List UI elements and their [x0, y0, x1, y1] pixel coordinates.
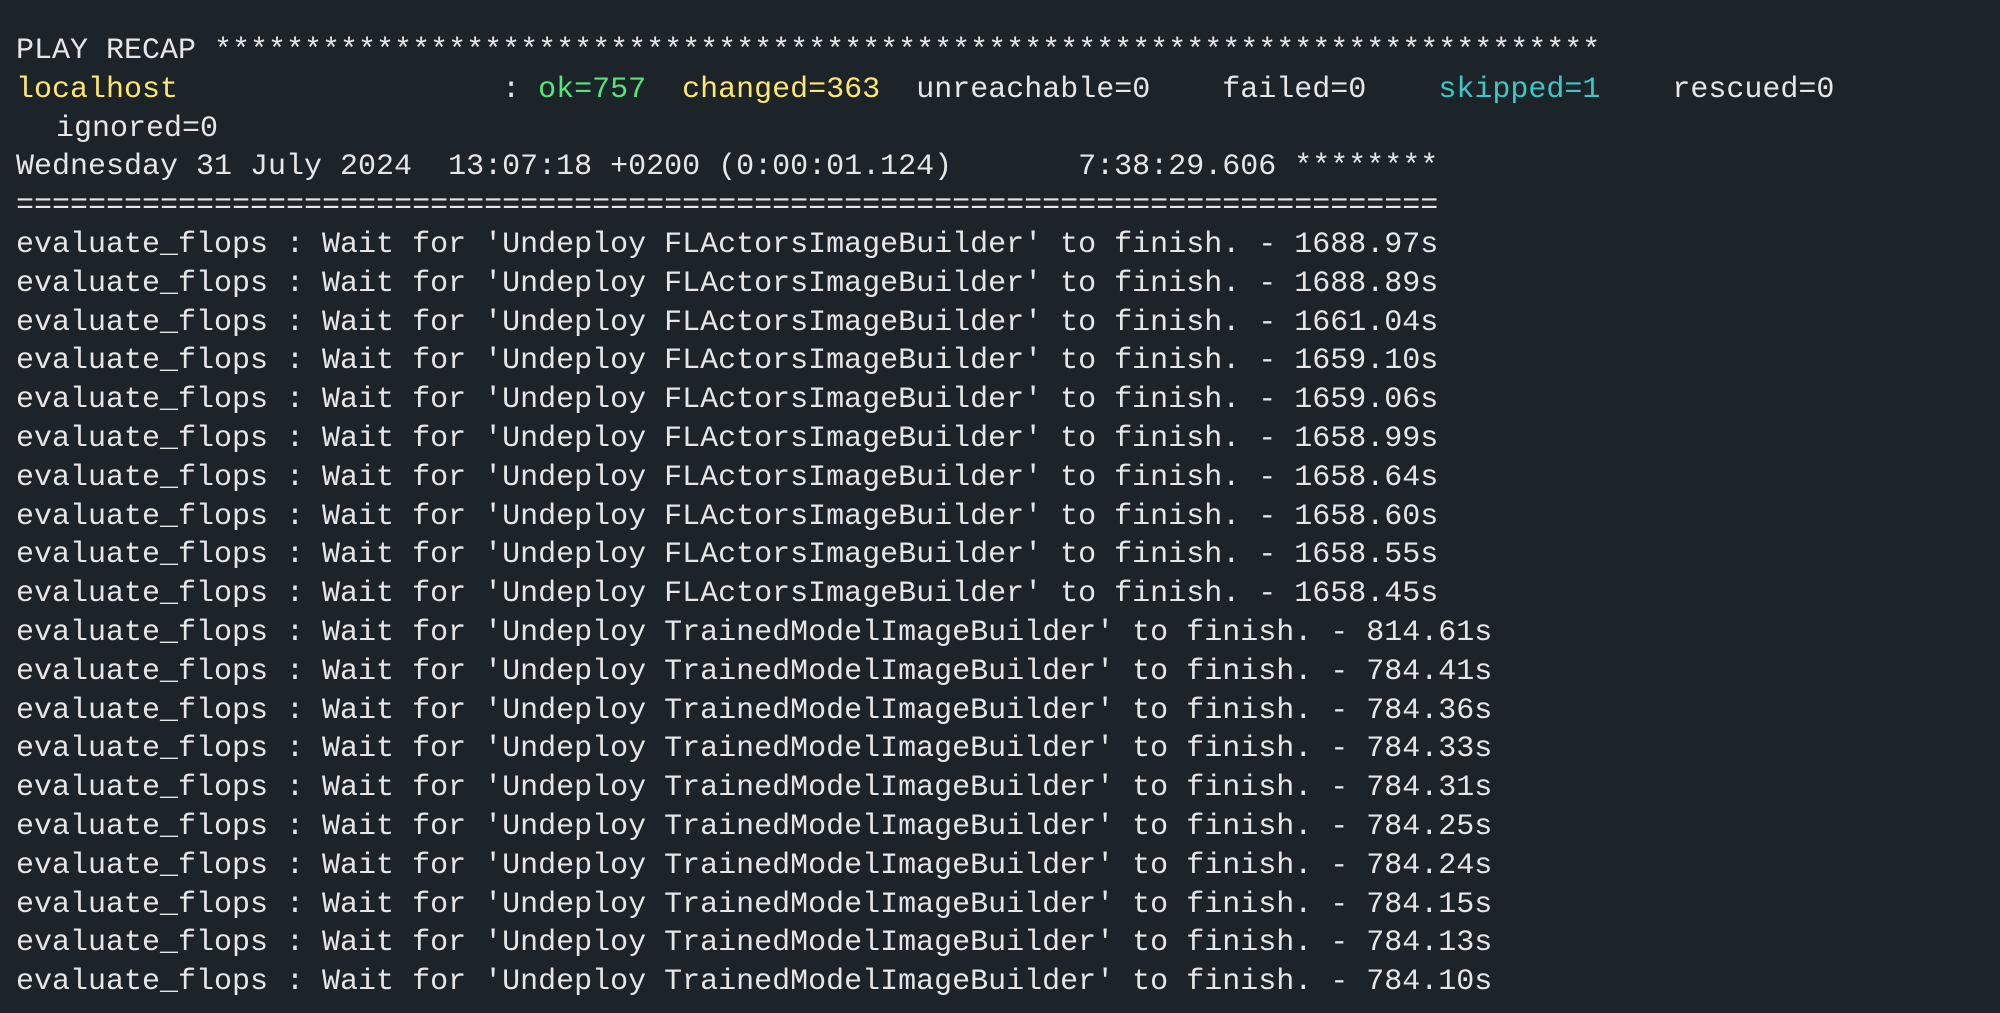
recap-unreachable-count: unreachable=0	[916, 72, 1151, 107]
task-timing-row: evaluate_flops : Wait for 'Undeploy Trai…	[16, 848, 1493, 883]
task-timing-list: evaluate_flops : Wait for 'Undeploy FLAc…	[16, 226, 2000, 1002]
task-timing-row: evaluate_flops : Wait for 'Undeploy Trai…	[16, 965, 1493, 1000]
task-timing-row: evaluate_flops : Wait for 'Undeploy FLAc…	[16, 266, 1439, 301]
timing-line: Wednesday 31 July 2024 13:07:18 +0200 (0…	[16, 150, 1439, 185]
task-timing-row: evaluate_flops : Wait for 'Undeploy FLAc…	[16, 383, 1439, 418]
task-timing-row: evaluate_flops : Wait for 'Undeploy FLAc…	[16, 460, 1439, 495]
recap-host: localhost	[16, 72, 179, 107]
recap-changed-count: changed=363	[682, 72, 881, 107]
task-timing-row: evaluate_flops : Wait for 'Undeploy Trai…	[16, 887, 1493, 922]
recap-skipped-count: skipped=1	[1438, 72, 1601, 107]
recap-host-separator: :	[178, 72, 539, 107]
task-timing-row: evaluate_flops : Wait for 'Undeploy FLAc…	[16, 305, 1439, 340]
task-timing-row: evaluate_flops : Wait for 'Undeploy FLAc…	[16, 538, 1439, 573]
task-timing-row: evaluate_flops : Wait for 'Undeploy FLAc…	[16, 499, 1439, 534]
recap-summary-line: localhost : ok=757 changed=363 unreachab…	[16, 71, 2000, 110]
task-timing-row: evaluate_flops : Wait for 'Undeploy Trai…	[16, 926, 1493, 961]
task-timing-row: evaluate_flops : Wait for 'Undeploy FLAc…	[16, 421, 1439, 456]
recap-ignored-count: ignored=0	[56, 111, 219, 146]
task-timing-row: evaluate_flops : Wait for 'Undeploy Trai…	[16, 809, 1493, 844]
play-recap-header: PLAY RECAP *****************************…	[16, 34, 1601, 68]
task-timing-row: evaluate_flops : Wait for 'Undeploy FLAc…	[16, 227, 1439, 262]
task-timing-row: evaluate_flops : Wait for 'Undeploy Trai…	[16, 732, 1493, 767]
recap-ok-count: ok=757	[538, 72, 647, 107]
task-timing-row: evaluate_flops : Wait for 'Undeploy Trai…	[16, 654, 1493, 689]
timing-separator: ========================================…	[16, 189, 1439, 224]
task-timing-row: evaluate_flops : Wait for 'Undeploy FLAc…	[16, 344, 1439, 379]
terminal-output[interactable]: PLAY RECAP *****************************…	[0, 0, 2000, 1013]
task-timing-row: evaluate_flops : Wait for 'Undeploy Trai…	[16, 771, 1493, 806]
task-timing-row: evaluate_flops : Wait for 'Undeploy Trai…	[16, 693, 1493, 728]
task-timing-row: evaluate_flops : Wait for 'Undeploy FLAc…	[16, 577, 1439, 612]
recap-failed-count: failed=0	[1222, 72, 1367, 107]
recap-rescued-count: rescued=0	[1672, 72, 1835, 107]
task-timing-row: evaluate_flops : Wait for 'Undeploy Trai…	[16, 615, 1493, 650]
